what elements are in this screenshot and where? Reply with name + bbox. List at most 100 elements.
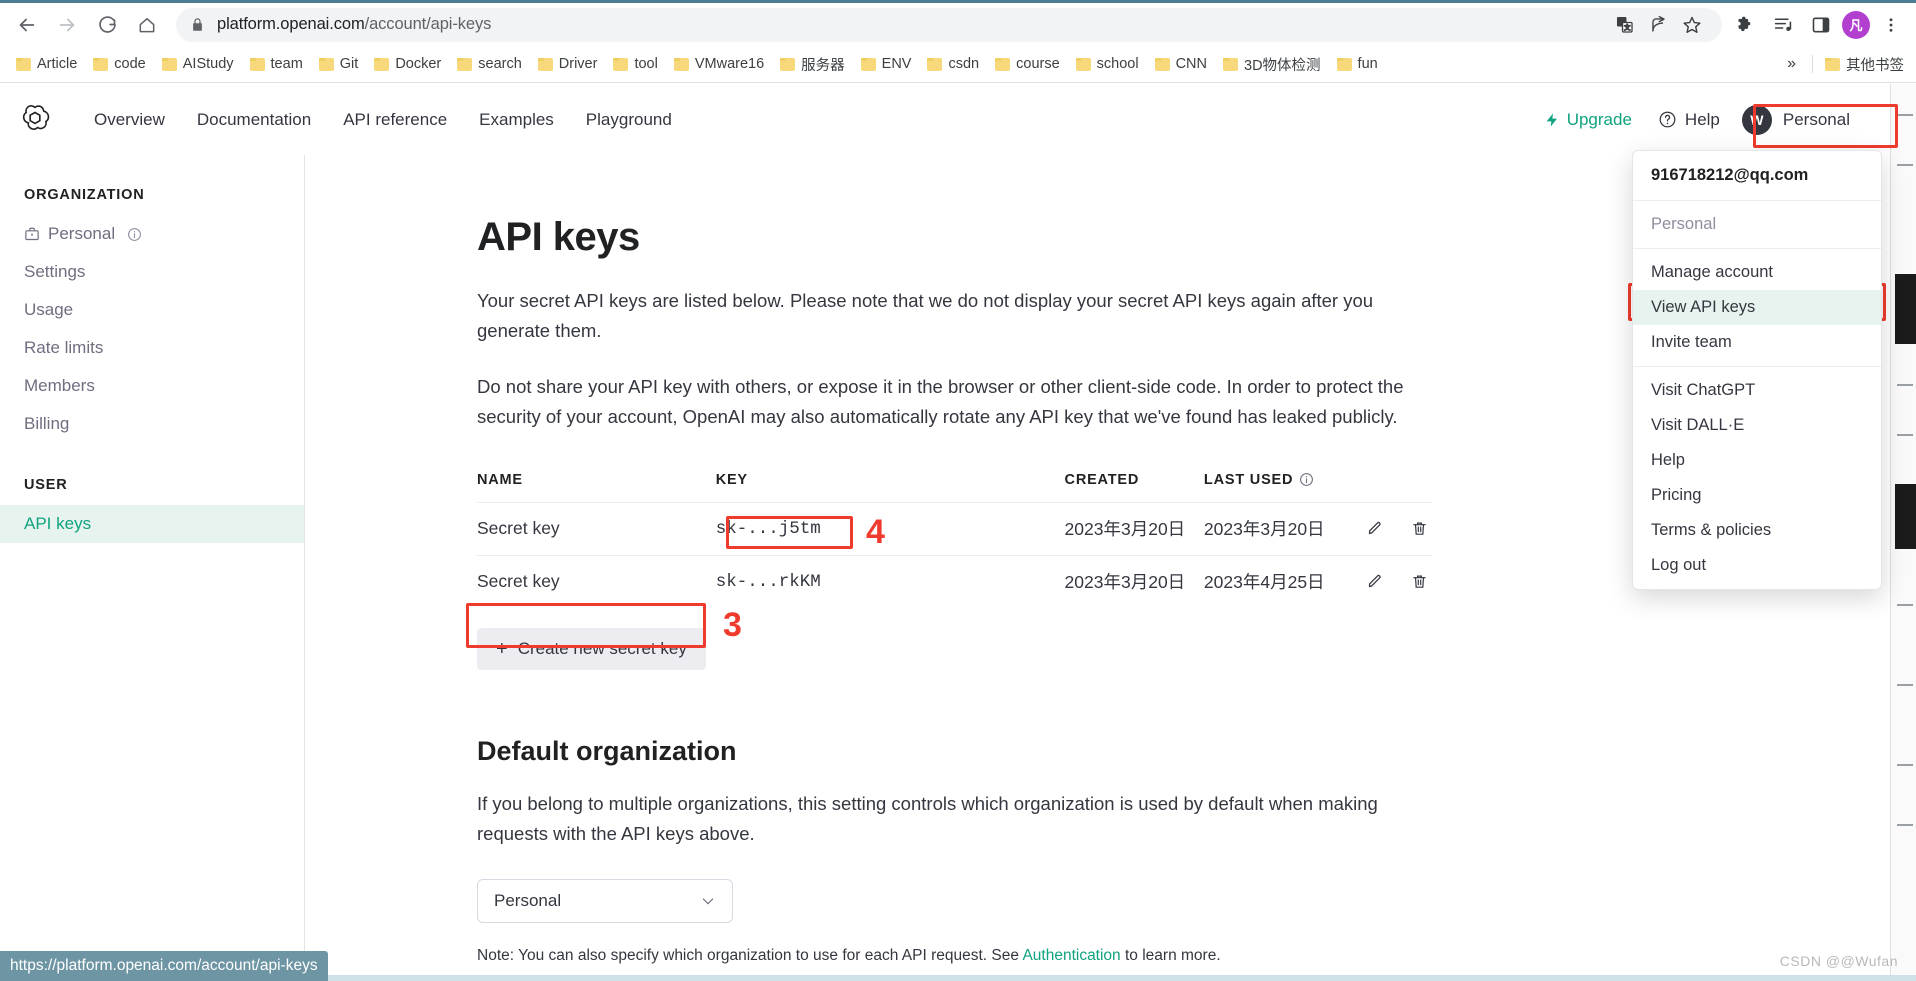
bookmark-item[interactable]: team: [242, 52, 311, 76]
bookmark-label: Article: [37, 56, 78, 72]
bookmarks-bar: Article code AIStudy team Git Docker sea…: [0, 46, 1916, 83]
nav-api-reference[interactable]: API reference: [327, 104, 463, 136]
bookmark-item[interactable]: course: [987, 52, 1068, 76]
sidebar-item-rate-limits[interactable]: Rate limits: [0, 329, 304, 367]
default-organization-select[interactable]: Personal: [477, 878, 733, 923]
account-dropdown-menu: 916718212@qq.com Personal Manage account…: [1632, 150, 1882, 590]
menu-item-visit-dalle[interactable]: Visit DALL·E: [1633, 408, 1881, 443]
bookmark-label: Driver: [558, 56, 598, 72]
sidebar-item-api-keys[interactable]: API keys: [0, 505, 304, 543]
sidebar-item-usage[interactable]: Usage: [0, 291, 304, 329]
menu-item-log-out[interactable]: Log out: [1633, 548, 1881, 583]
folder-icon: [1075, 57, 1091, 71]
authentication-link[interactable]: Authentication: [1022, 947, 1120, 964]
folder-icon: [161, 57, 177, 71]
bookmark-item[interactable]: search: [449, 52, 530, 76]
menu-item-help[interactable]: Help: [1633, 443, 1881, 478]
help-button[interactable]: Help: [1648, 104, 1730, 136]
column-header-last-used: LAST USED: [1204, 472, 1347, 503]
forward-arrow-icon[interactable]: [50, 8, 84, 42]
sliver-line: [1897, 384, 1913, 386]
background-window-sliver: [1890, 84, 1916, 981]
account-name-label: Personal: [1782, 109, 1850, 129]
table-row: Secret key sk-...j5tm 2023年3月20日 2023年3月…: [477, 501, 1432, 556]
annotation-marker-4: 4: [866, 513, 885, 551]
share-icon[interactable]: [1642, 9, 1674, 41]
nav-documentation[interactable]: Documentation: [181, 104, 327, 136]
menu-item-pricing[interactable]: Pricing: [1633, 478, 1881, 513]
sidebar-item-settings[interactable]: Settings: [0, 253, 304, 291]
bookmark-item[interactable]: Article: [8, 52, 85, 76]
sidebar-heading-user: USER: [24, 477, 68, 493]
cell-key: sk-...rkKM: [715, 554, 1065, 608]
menu-item-view-api-keys[interactable]: View API keys: [1633, 290, 1881, 325]
back-arrow-icon[interactable]: [10, 8, 44, 42]
column-header-created: CREATED: [1064, 471, 1140, 488]
folder-icon: [16, 57, 31, 71]
note-prefix: Note: You can also specify which organiz…: [477, 946, 1023, 964]
menu-item-visit-chatgpt[interactable]: Visit ChatGPT: [1633, 373, 1881, 408]
nav-playground[interactable]: Playground: [570, 104, 688, 136]
bookmark-item[interactable]: tool: [605, 52, 665, 76]
column-header-key: KEY: [715, 471, 748, 488]
nav-overview[interactable]: Overview: [78, 104, 181, 136]
menu-item-invite-team[interactable]: Invite team: [1633, 325, 1881, 360]
kebab-menu-icon[interactable]: [1874, 8, 1908, 42]
api-keys-table: NAME KEY CREATED LAST USED Secret key sk…: [477, 472, 1432, 608]
pencil-icon[interactable]: [1361, 569, 1387, 595]
menu-item-personal[interactable]: Personal: [1633, 207, 1881, 242]
sidebar-item-members[interactable]: Members: [0, 367, 304, 405]
bookmark-item[interactable]: AIStudy: [154, 52, 242, 76]
sliver-line: [1897, 684, 1913, 686]
media-list-icon[interactable]: [1766, 8, 1800, 42]
page-body: ORGANIZATION Personal Settings Usage Rat…: [0, 155, 1890, 981]
annotation-marker-3: 3: [723, 606, 742, 644]
pencil-icon[interactable]: [1361, 516, 1387, 542]
other-bookmarks-label: 其他书签: [1846, 57, 1904, 74]
sidebar-item-label: Personal: [48, 224, 116, 243]
address-bar[interactable]: platform.openai.com/account/api-keys 文: [176, 7, 1722, 42]
bookmark-item[interactable]: 服务器: [772, 50, 853, 79]
bookmark-item[interactable]: 3D物体检测: [1215, 50, 1329, 79]
menu-section-account: Manage account View API keys Invite team: [1633, 249, 1881, 367]
trash-icon[interactable]: [1406, 569, 1432, 595]
cell-created: 2023年3月20日: [1064, 501, 1204, 556]
bookmark-item[interactable]: csdn: [919, 52, 987, 76]
bookmark-item[interactable]: Git: [311, 52, 367, 76]
bookmark-item[interactable]: Docker: [366, 52, 449, 76]
puzzle-icon[interactable]: [1728, 8, 1762, 42]
bookmark-item[interactable]: Driver: [530, 52, 606, 76]
menu-item-manage-account[interactable]: Manage account: [1633, 255, 1881, 290]
openai-logo-icon[interactable]: [18, 103, 52, 137]
sidebar-item-personal[interactable]: Personal: [0, 215, 304, 253]
trash-icon[interactable]: [1406, 516, 1432, 542]
bookmark-item[interactable]: school: [1068, 52, 1147, 76]
bolt-icon: [1546, 112, 1557, 127]
cell-name: Secret key: [477, 501, 716, 556]
sidebar-heading-organization: ORGANIZATION: [24, 187, 145, 203]
upgrade-button[interactable]: Upgrade: [1534, 104, 1642, 136]
bookmark-item[interactable]: fun: [1329, 52, 1386, 76]
home-icon[interactable]: [130, 8, 164, 42]
reload-icon[interactable]: [90, 8, 124, 42]
nav-examples[interactable]: Examples: [463, 104, 570, 136]
sidebar-item-billing[interactable]: Billing: [0, 405, 304, 443]
bookmark-star-icon[interactable]: [1676, 9, 1708, 41]
account-menu-button[interactable]: W Personal: [1736, 100, 1864, 140]
browser-profile-avatar[interactable]: 凡: [1842, 10, 1870, 39]
bookmark-item[interactable]: VMware16: [666, 52, 772, 76]
side-panel-icon[interactable]: [1804, 8, 1838, 42]
bookmark-item[interactable]: ENV: [853, 52, 920, 76]
page-viewport: Overview Documentation API reference Exa…: [0, 84, 1890, 981]
bookmark-item[interactable]: CNN: [1147, 52, 1215, 76]
bookmark-item[interactable]: code: [85, 52, 153, 76]
other-bookmarks-item[interactable]: 其他书签: [1817, 50, 1912, 79]
bookmark-label: school: [1096, 56, 1139, 72]
translate-icon[interactable]: 文: [1608, 9, 1640, 41]
menu-item-terms-policies[interactable]: Terms & policies: [1633, 513, 1881, 548]
bookmarks-overflow-icon[interactable]: »: [1775, 55, 1808, 73]
create-new-secret-key-button[interactable]: + Create new secret key: [477, 627, 706, 670]
info-icon[interactable]: [127, 227, 142, 242]
info-icon[interactable]: [1299, 472, 1314, 487]
sidebar-item-label: Members: [24, 376, 95, 395]
